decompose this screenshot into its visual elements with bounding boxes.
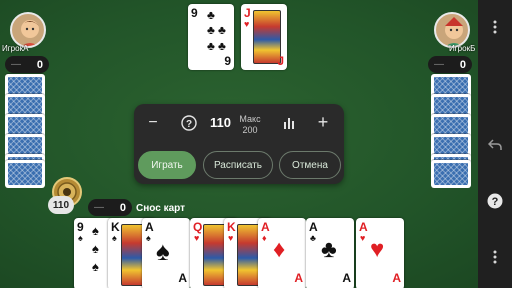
max-label: Макс xyxy=(239,114,261,124)
spade-icon: ♠ xyxy=(112,233,117,243)
club-icon: ♣ xyxy=(218,23,226,37)
bid-panel: − ? 110 Макс 200 + Играть Расписать Отме… xyxy=(134,104,344,184)
spade-icon: ♠ xyxy=(146,233,151,243)
talon-card-2[interactable]: J ♥ J xyxy=(241,4,287,70)
back-button[interactable] xyxy=(478,132,512,158)
max-value: 200 xyxy=(242,125,258,135)
minus-button[interactable]: − xyxy=(142,112,164,134)
spade-icon: ♠ xyxy=(92,259,99,274)
heart-icon: ♥ xyxy=(244,19,250,29)
player-left-bid: — xyxy=(11,59,21,70)
stats-button[interactable] xyxy=(278,112,300,134)
card-rank-bottom: A xyxy=(342,271,351,285)
player-me-score-value: 0 xyxy=(119,201,126,214)
help-button[interactable]: ? xyxy=(178,112,200,134)
diamond-icon: ♦ xyxy=(273,236,286,263)
svg-text:?: ? xyxy=(492,196,499,208)
more-vert-icon xyxy=(493,250,497,264)
card-rank: A xyxy=(359,220,368,234)
club-icon: ♣ xyxy=(207,8,215,22)
card-rank: A xyxy=(309,220,318,234)
player-right-name: ИгрокБ xyxy=(449,44,476,53)
spade-icon: ♠ xyxy=(78,233,83,243)
card-rank: Q xyxy=(193,220,203,234)
player-right-score-value: 0 xyxy=(459,58,466,71)
hand-card-A-hearts[interactable]: A ♥ ♥ A xyxy=(356,218,404,288)
player-me-bid-badge: 110 xyxy=(48,196,74,214)
player-me-bid: — xyxy=(94,202,104,213)
club-icon: ♣ xyxy=(321,236,337,263)
card-rank: 9 xyxy=(77,220,84,234)
player-right-avatar[interactable] xyxy=(434,12,470,48)
spade-icon: ♠ xyxy=(92,241,99,256)
more-vert-icon xyxy=(493,20,497,34)
plus-button[interactable]: + xyxy=(312,111,334,133)
hand-card-A-diamonds[interactable]: A ♦ ♦ A xyxy=(258,218,306,288)
player-left-score-value: 0 xyxy=(36,58,43,71)
write-off-button[interactable]: Расписать xyxy=(203,151,273,179)
player-right-bid: — xyxy=(434,59,444,70)
svg-text:?: ? xyxy=(186,119,192,130)
card-rank-bottom: J xyxy=(277,54,284,68)
hand-card-A-clubs[interactable]: A ♣ ♣ A xyxy=(306,218,354,288)
hand-card-A-spades[interactable]: A ♠ ♠ A xyxy=(142,218,190,288)
player-left-name: ИгрокА xyxy=(2,44,29,53)
person-icon xyxy=(21,20,39,46)
back-icon xyxy=(488,139,502,150)
card-rank: A xyxy=(261,220,270,234)
side-bar: ? xyxy=(478,0,512,288)
player-left-score: — 0 xyxy=(5,56,49,73)
card-rank-bottom: A xyxy=(178,271,187,285)
discard-label: Снос карт xyxy=(136,203,186,214)
card-rank: K xyxy=(111,220,120,234)
spade-icon: ♠ xyxy=(156,236,170,266)
cancel-button[interactable]: Отмена xyxy=(279,151,341,179)
heart-icon: ♥ xyxy=(360,233,366,243)
heart-icon: ♥ xyxy=(228,233,234,243)
card-rank: 9 xyxy=(191,6,198,20)
play-button[interactable]: Играть xyxy=(138,151,196,179)
help-icon: ? xyxy=(181,115,197,131)
player-left-avatar[interactable] xyxy=(10,12,46,48)
bid-value: 110 xyxy=(210,115,231,130)
card-rank: J xyxy=(244,6,251,20)
card-rank: K xyxy=(227,220,236,234)
card-rank: A xyxy=(145,220,154,234)
help-icon: ? xyxy=(487,193,503,209)
player-right-score: — 0 xyxy=(428,56,472,73)
menu-button-top[interactable] xyxy=(478,14,512,40)
stats-icon xyxy=(284,118,294,129)
game-table: ИгрокА — 0 ИгрокБ — 0 9 ♣ ♣ ♣ ♣ ♣ 9 J ♥ … xyxy=(0,0,478,288)
heart-icon: ♥ xyxy=(194,233,200,243)
person-icon xyxy=(445,17,463,46)
menu-button-bottom[interactable] xyxy=(478,244,512,270)
club-icon: ♣ xyxy=(207,39,215,53)
talon-card-1[interactable]: 9 ♣ ♣ ♣ ♣ ♣ 9 xyxy=(188,4,234,70)
card-rank-bottom: A xyxy=(294,271,303,285)
card-rank-bottom: A xyxy=(392,271,401,285)
club-icon: ♣ xyxy=(310,233,316,243)
help-side-button[interactable]: ? xyxy=(478,188,512,214)
club-icon: ♣ xyxy=(207,23,215,37)
club-icon: ♣ xyxy=(218,39,226,53)
heart-icon: ♥ xyxy=(370,236,385,263)
diamond-icon: ♦ xyxy=(262,233,267,243)
player-me-score: — 0 xyxy=(88,199,132,216)
card-rank-bottom: 9 xyxy=(224,54,231,68)
spade-icon: ♠ xyxy=(92,223,99,238)
